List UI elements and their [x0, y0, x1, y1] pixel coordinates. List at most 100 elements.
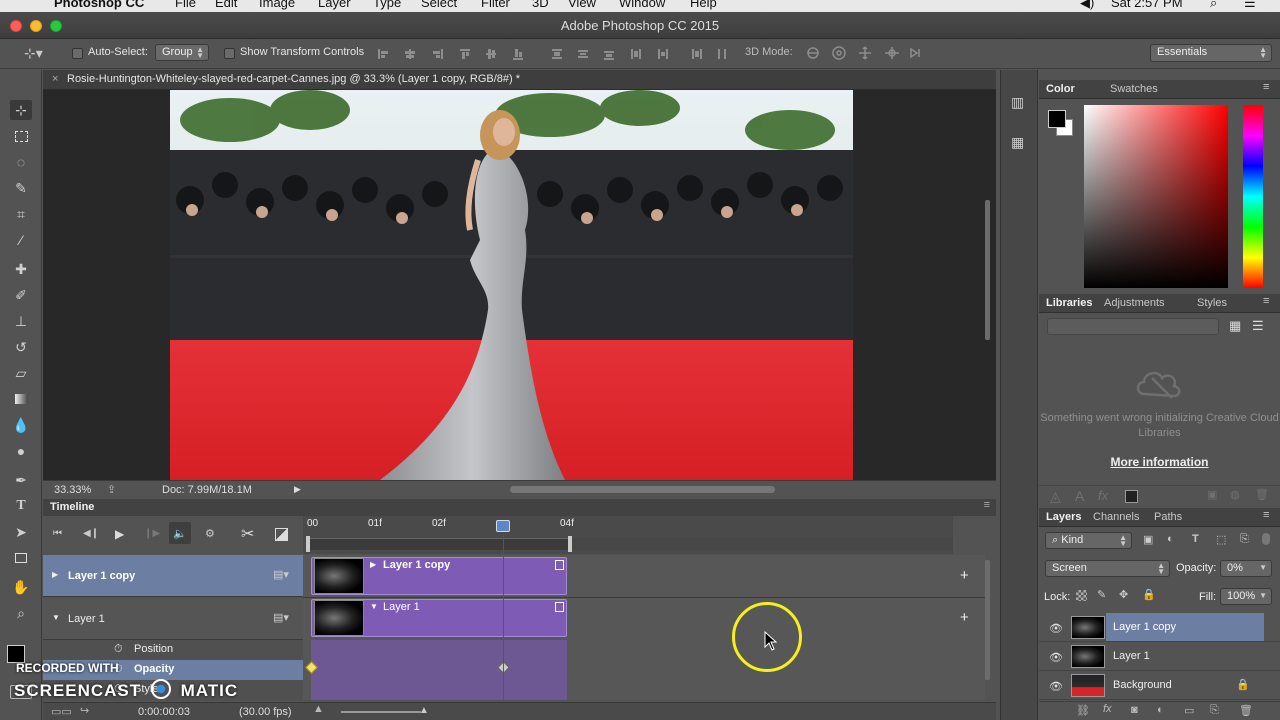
property-row-position[interactable]: ⏱ Position [43, 640, 303, 660]
zoom-level[interactable]: 33.33% [54, 484, 91, 496]
menu-edit[interactable]: Edit [215, 0, 237, 10]
panel-menu-icon[interactable]: ≡ [1263, 81, 1269, 93]
timeline-title[interactable]: Timeline [50, 501, 94, 513]
layer-row[interactable]: 👁 Layer 1 [1039, 642, 1280, 671]
zoom-in-mountain-icon[interactable]: ▲ [419, 705, 429, 716]
tab-layers[interactable]: Layers [1046, 511, 1081, 523]
crop-tool-icon[interactable]: ⌗ [10, 204, 32, 224]
path-selection-tool-icon[interactable]: ➤ [10, 522, 32, 542]
playhead-handle[interactable] [496, 520, 510, 532]
new-layer-icon[interactable]: ⎘ [1210, 704, 1219, 717]
history-panel-icon[interactable]: ▥ [1011, 94, 1024, 111]
color-picker-field[interactable] [1084, 105, 1228, 288]
kind-filter-dropdown[interactable]: ⌕ Kind ▲ ▼ [1045, 532, 1132, 549]
menu-file[interactable]: File [175, 0, 196, 10]
lock-all-icon[interactable]: 🔒 [1142, 588, 1156, 601]
visibility-eye-icon[interactable]: 👁 [1049, 680, 1063, 693]
visibility-eye-icon[interactable]: 👁 [1049, 651, 1063, 664]
trash-icon[interactable]: 🗑 [1255, 488, 1269, 501]
filter-type-icon[interactable]: T [1192, 533, 1199, 545]
marquee-tool-icon[interactable] [10, 126, 32, 146]
horizontal-scrollbar[interactable] [510, 486, 775, 493]
menu-window[interactable]: Window [619, 0, 665, 10]
spotlight-search-icon[interactable]: ⌕ [1210, 0, 1217, 11]
hue-slider[interactable] [1243, 105, 1263, 288]
lasso-tool-icon[interactable]: ◌ [10, 152, 32, 172]
volume-icon[interactable]: ◀) [1080, 0, 1094, 11]
work-area-end-handle[interactable] [568, 536, 572, 552]
dodge-tool-icon[interactable]: ● [10, 441, 32, 461]
stock-icon[interactable]: ▣ [1207, 488, 1217, 501]
notification-center-icon[interactable]: ☰ [1244, 0, 1256, 11]
type-tool-icon[interactable]: T [10, 496, 32, 516]
play-icon[interactable]: ▶ [115, 527, 124, 541]
link-layers-icon[interactable]: ⛓ [1076, 704, 1090, 717]
rectangle-tool-icon[interactable] [10, 548, 32, 568]
grid-view-icon[interactable]: ▦ [1229, 318, 1241, 334]
tab-color[interactable]: Color [1046, 83, 1075, 95]
3d-mode-icons[interactable] [805, 45, 925, 61]
layer-film-icon[interactable]: ▤▾ [273, 611, 289, 624]
expand-arrow-icon[interactable]: ▶ [52, 570, 58, 579]
filter-adjustment-icon[interactable]: ◐ [1167, 533, 1174, 545]
auto-select-dropdown[interactable]: Group ▲ ▼ [155, 44, 209, 61]
clip-layer-1-copy[interactable]: ▶ Layer 1 copy [311, 557, 567, 595]
filter-shape-icon[interactable]: ⬚ [1216, 533, 1226, 546]
list-view-icon[interactable]: ☰ [1252, 318, 1264, 334]
library-dropdown[interactable] [1047, 318, 1219, 335]
history-brush-tool-icon[interactable]: ↺ [10, 337, 32, 357]
menu-select[interactable]: Select [421, 0, 457, 10]
filter-toggle[interactable] [1262, 533, 1270, 545]
clip-layer-1[interactable]: ▼ Layer 1 [311, 599, 567, 637]
add-color-icon[interactable] [1125, 490, 1138, 503]
hand-tool-icon[interactable]: ✋ [10, 577, 32, 597]
layer-name[interactable]: Layer 1 [1113, 650, 1150, 662]
visibility-eye-icon[interactable]: 👁 [1049, 622, 1063, 635]
go-to-first-frame-icon[interactable]: ⏮ [53, 528, 62, 539]
layer-row[interactable]: 👁 Layer 1 copy [1039, 613, 1280, 642]
gradient-tool-icon[interactable] [10, 389, 32, 409]
zoom-tool-icon[interactable]: ⌕ [10, 603, 32, 623]
layer-name[interactable]: Background [1113, 679, 1172, 691]
filter-pixel-icon[interactable]: ▣ [1143, 533, 1153, 546]
next-frame-icon[interactable]: ❙▶ [144, 528, 160, 539]
menu-view[interactable]: View [568, 0, 596, 10]
panel-menu-icon[interactable]: ≡ [1263, 295, 1269, 307]
convert-frames-icon[interactable]: ▭▭ [51, 705, 72, 718]
tab-swatches[interactable]: Swatches [1110, 83, 1158, 95]
menu-image[interactable]: Image [259, 0, 295, 10]
opacity-input[interactable]: 0% ▼ [1220, 560, 1272, 577]
timeline-scrollbar[interactable] [985, 560, 990, 680]
delete-layer-icon[interactable]: 🗑 [1239, 704, 1253, 717]
menu-type[interactable]: Type [373, 0, 401, 10]
timeline-layer-row[interactable]: ▼ Layer 1 ▤▾ [43, 598, 303, 640]
add-media-plus-icon[interactable]: + [960, 567, 969, 584]
menu-layer[interactable]: Layer [318, 0, 351, 10]
tab-libraries[interactable]: Libraries [1046, 297, 1092, 309]
lock-image-pixels-icon[interactable]: ✎ [1097, 588, 1106, 601]
menu-3d[interactable]: 3D [532, 0, 549, 10]
menu-clock[interactable]: Sat 2:57 PM [1111, 0, 1183, 10]
render-video-icon[interactable]: ↪ [80, 704, 89, 717]
workspace-dropdown[interactable]: Essentials ▲ ▼ [1150, 44, 1272, 62]
clip-collapse-icon[interactable]: ▼ [370, 602, 378, 611]
tab-channels[interactable]: Channels [1093, 511, 1139, 523]
add-mask-icon[interactable]: ◙ [1131, 704, 1138, 716]
transition-icon[interactable] [275, 528, 288, 541]
fill-input[interactable]: 100% ▼ [1220, 588, 1272, 605]
collapse-arrow-icon[interactable]: ▼ [52, 613, 60, 622]
tab-paths[interactable]: Paths [1154, 511, 1182, 523]
lock-transparent-pixels-icon[interactable] [1076, 590, 1087, 601]
add-media-plus-icon[interactable]: + [960, 609, 969, 626]
audio-icon[interactable]: 🔈 [169, 522, 191, 544]
work-area-bar[interactable] [307, 538, 571, 550]
layer-name[interactable]: Layer 1 copy [1113, 621, 1176, 633]
timeline-zoom-slider[interactable] [341, 711, 421, 713]
sync-icon[interactable]: ◍ [1230, 488, 1240, 501]
new-group-icon[interactable]: ▭ [1184, 704, 1194, 717]
stopwatch-icon[interactable]: ⏱ [114, 643, 123, 656]
properties-panel-icon[interactable]: ▦ [1011, 134, 1024, 151]
show-transform-checkbox[interactable] [224, 48, 235, 59]
auto-select-checkbox[interactable] [72, 48, 83, 59]
clone-stamp-tool-icon[interactable]: ⊥ [10, 311, 32, 331]
